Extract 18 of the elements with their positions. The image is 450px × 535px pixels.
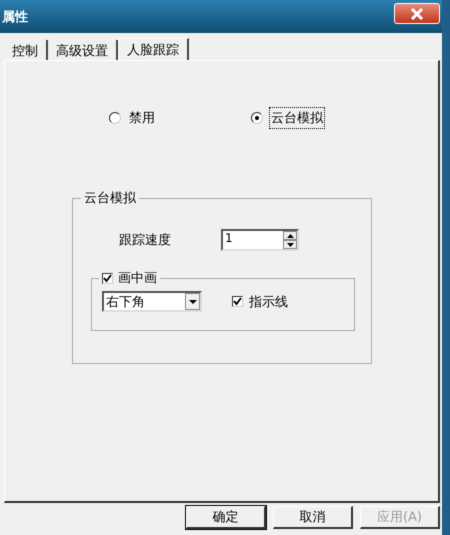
group-title: 云台模拟 bbox=[83, 190, 137, 207]
radio-label: 云台模拟 bbox=[269, 107, 325, 129]
close-button[interactable] bbox=[394, 3, 440, 24]
checkbox-label: 画中画 bbox=[118, 270, 157, 287]
checkbox[interactable] bbox=[232, 296, 243, 307]
radio-button[interactable] bbox=[109, 112, 121, 124]
field-label: 跟踪速度 bbox=[119, 232, 171, 249]
radio-label: 禁用 bbox=[128, 110, 156, 128]
spin-field[interactable]: 1 bbox=[221, 229, 299, 251]
checkbox-label: 指示线 bbox=[249, 294, 288, 310]
dialog-button[interactable]: 取消 bbox=[273, 506, 353, 529]
checkbox[interactable] bbox=[102, 272, 113, 284]
dialog-button[interactable]: 确定 bbox=[186, 506, 266, 529]
dropdown[interactable]: 右下角 bbox=[102, 291, 202, 312]
tab[interactable]: 人脸跟踪 bbox=[118, 38, 189, 60]
window-title: 属性 bbox=[2, 8, 28, 26]
radio-button[interactable] bbox=[251, 112, 263, 124]
close-icon bbox=[410, 8, 424, 20]
